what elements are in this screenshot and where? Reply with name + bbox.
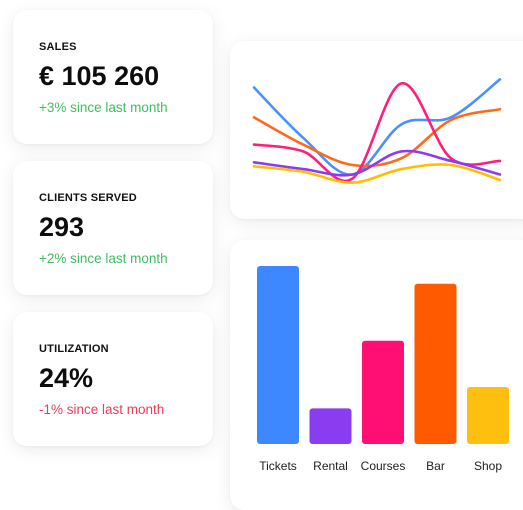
stat-label: SALES <box>39 41 77 53</box>
bar-tickets <box>257 266 299 444</box>
line-series-2 <box>252 107 502 168</box>
stat-card-utilization: UTILIZATION 24% -1% since last month <box>13 312 213 446</box>
line-chart-card <box>230 41 523 219</box>
tick-label-rental: Rental <box>313 459 348 473</box>
tick-label-courses: Courses <box>361 459 406 473</box>
bar-chart-card: Tickets Rental Courses Bar Shop <box>230 240 523 510</box>
stat-value: 293 <box>39 212 85 242</box>
line-chart <box>252 78 502 184</box>
bar-shop <box>467 387 509 444</box>
bar-bar <box>414 283 457 444</box>
stat-change: +2% since last month <box>39 251 168 266</box>
bar-courses <box>362 340 404 444</box>
tick-label-bar: Bar <box>426 459 445 473</box>
stat-value: 24% <box>39 363 94 393</box>
stat-change: +3% since last month <box>39 100 168 115</box>
bar-chart: Tickets Rental Courses Bar Shop <box>257 266 509 473</box>
tick-label-tickets: Tickets <box>259 459 297 473</box>
stat-card-clients-served: CLIENTS SERVED 293 +2% since last month <box>13 161 213 295</box>
stat-card-sales: SALES € 105 260 +3% since last month <box>13 10 213 144</box>
stat-label: UTILIZATION <box>39 343 109 355</box>
stat-change: -1% since last month <box>39 402 165 417</box>
bar-rental <box>309 408 352 444</box>
stat-value: € 105 260 <box>39 61 160 91</box>
line-series-4 <box>252 149 502 177</box>
tick-label-shop: Shop <box>474 459 502 473</box>
stat-label: CLIENTS SERVED <box>39 192 137 204</box>
